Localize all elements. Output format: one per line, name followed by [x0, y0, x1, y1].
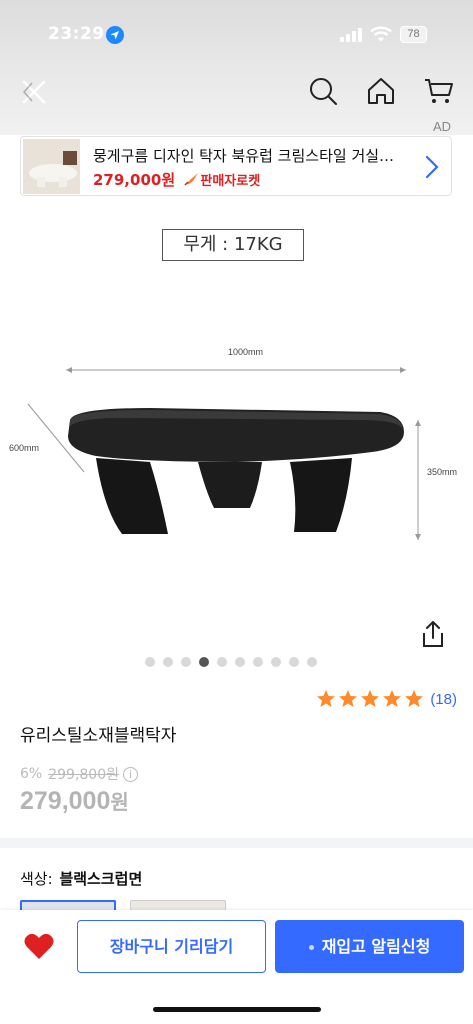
home-icon[interactable] [366, 76, 396, 106]
star-icon [339, 690, 358, 707]
notify-dot [308, 945, 314, 950]
pagination-dot[interactable] [271, 657, 281, 667]
weight-spec: 무게 : 17KG [162, 229, 304, 261]
info-icon[interactable]: i [123, 766, 138, 782]
status-bar: 23:29 78 [0, 18, 473, 52]
pagination-dot[interactable] [253, 657, 263, 667]
color-value: 블랙스크럽면 [59, 870, 143, 888]
pagination-dot[interactable] [145, 657, 155, 667]
rocket-badge-label: 판매자로켓 [200, 174, 261, 189]
rating[interactable]: (18) [316, 689, 457, 709]
battery-indicator: 78 [400, 26, 427, 43]
pagination-dot[interactable] [181, 657, 191, 667]
product-image[interactable]: 1000mm 600mm 350mm [0, 340, 473, 550]
pagination-dot[interactable] [199, 657, 209, 667]
chevron-right-icon[interactable] [425, 155, 439, 179]
rocket-icon [184, 173, 199, 186]
top-navigation [0, 70, 473, 114]
search-icon[interactable] [308, 76, 338, 106]
star-icon [317, 690, 336, 707]
pagination-dot[interactable] [217, 657, 227, 667]
width-dimension: 1000mm [228, 347, 263, 357]
discount-rate: 6% [20, 766, 43, 782]
ad-thumbnail [23, 139, 80, 194]
restock-notify-button[interactable]: 재입고 알림신청 [275, 920, 464, 973]
star-icon [405, 690, 424, 707]
ad-price-row: 279,000원 판매자로켓 [93, 169, 260, 190]
wifi-icon [370, 26, 392, 42]
depth-dimension: 600mm [9, 443, 39, 453]
discount-row: 6% 299,800원 i [20, 764, 138, 784]
heart-icon[interactable] [24, 932, 54, 960]
ad-banner[interactable]: 뭉게구름 디자인 탁자 북유럽 크림스타일 거실… 279,000원 판매자로켓 [20, 136, 452, 196]
status-time: 23:29 [48, 24, 105, 44]
ad-price: 279,000원 [93, 171, 176, 189]
ad-title: 뭉게구름 디자인 탁자 북유럽 크림스타일 거실… [93, 147, 395, 165]
star-icon [361, 690, 380, 707]
bottom-action-bar: 장바구니 기리담기 재입고 알림신청 [0, 910, 473, 1024]
table-illustration [68, 408, 404, 534]
original-price: 299,800원 [48, 767, 119, 783]
location-arrow-icon [106, 26, 124, 44]
pagination-dot[interactable] [289, 657, 299, 667]
cart-icon[interactable] [424, 76, 454, 106]
product-name: 유리스틸소재블랙탁자 [20, 726, 177, 746]
rocket-badge: 판매자로켓 [184, 173, 261, 189]
height-dimension: 350mm [427, 467, 457, 477]
close-icon[interactable] [18, 76, 50, 108]
share-icon[interactable] [420, 620, 446, 648]
add-to-cart-button[interactable]: 장바구니 기리담기 [77, 920, 266, 973]
review-count[interactable]: (18) [430, 691, 457, 708]
pagination-dot[interactable] [235, 657, 245, 667]
signal-icon [340, 28, 362, 42]
star-rating [316, 689, 424, 709]
pagination-dot[interactable] [307, 657, 317, 667]
section-divider [0, 838, 473, 848]
color-label: 색상: [20, 870, 53, 888]
home-indicator [153, 1007, 321, 1012]
star-icon [383, 690, 402, 707]
ad-label: AD [432, 119, 451, 134]
sale-price-value: 279,000 [20, 787, 111, 815]
pagination-dot[interactable] [163, 657, 173, 667]
image-pagination [145, 657, 317, 667]
color-option: 색상: 블랙스크럽면 [20, 868, 142, 889]
sale-price-unit: 원 [110, 792, 129, 814]
restock-notify-label: 재입고 알림신청 [321, 937, 431, 956]
sale-price: 279,000원 [20, 786, 129, 816]
